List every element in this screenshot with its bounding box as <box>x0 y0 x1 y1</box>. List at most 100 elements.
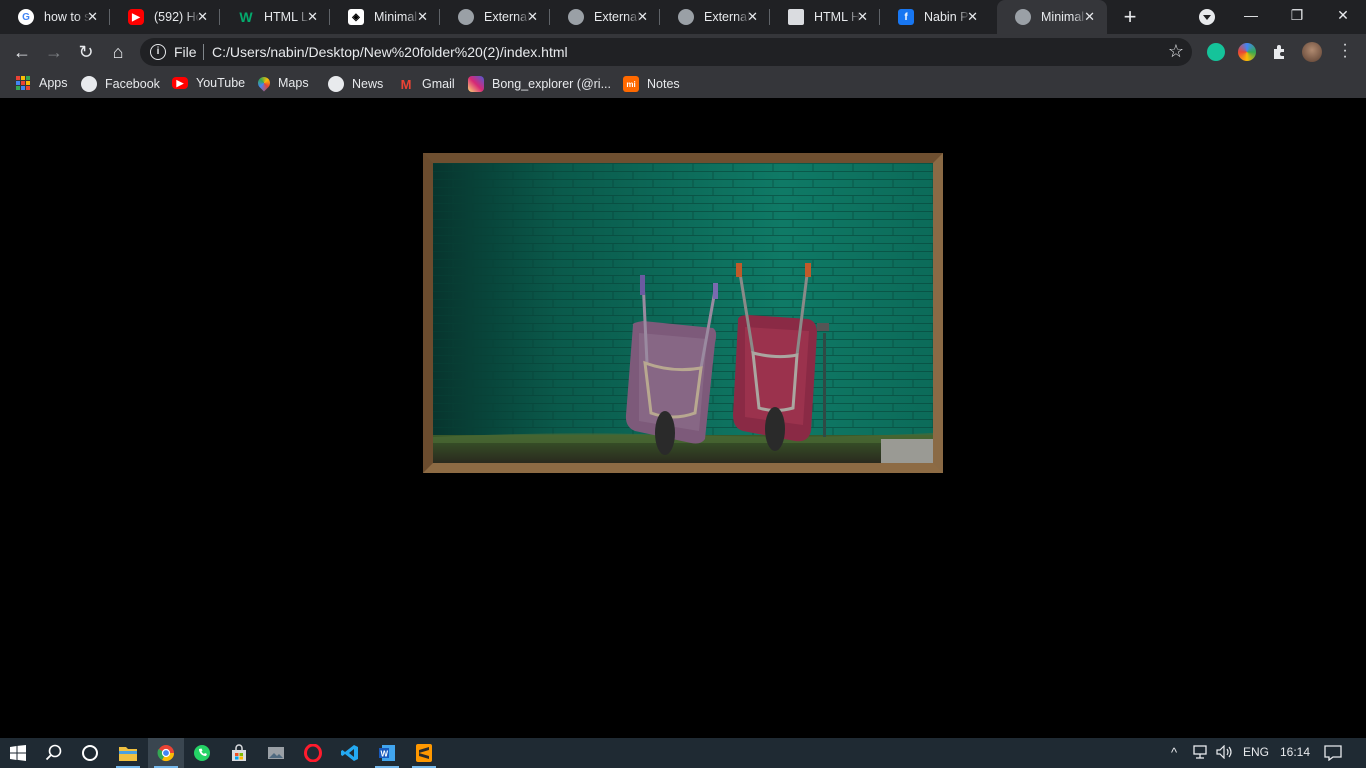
store-icon[interactable] <box>221 738 257 768</box>
mi-notes-icon: mi <box>623 76 639 92</box>
avatar[interactable] <box>1302 42 1322 62</box>
bookmarks-bar: Apps Facebook ▶ YouTube Maps News M Gmai… <box>0 70 1366 98</box>
close-icon[interactable]: ✕ <box>417 9 428 25</box>
bookmark-youtube[interactable]: ▶ YouTube <box>172 76 245 90</box>
reload-icon[interactable]: ↻ <box>74 40 98 64</box>
whatsapp-icon[interactable] <box>184 738 220 768</box>
bookmark-label: News <box>352 77 384 91</box>
network-icon[interactable] <box>1192 745 1210 762</box>
notification-icon[interactable] <box>1324 745 1342 764</box>
framed-photo <box>433 163 933 463</box>
tab-title: HTML Li <box>264 10 310 24</box>
close-icon[interactable]: ✕ <box>1084 9 1095 25</box>
close-window-button[interactable]: ✕ <box>1320 0 1366 32</box>
close-icon[interactable]: ✕ <box>87 9 98 25</box>
bookmark-news[interactable]: News <box>328 76 383 92</box>
bookmark-apps[interactable]: Apps <box>16 76 68 90</box>
tab-4[interactable]: External ✕ <box>440 0 550 34</box>
tab-8[interactable]: f Nabin Pu ✕ <box>880 0 990 34</box>
w3-icon: W <box>239 9 253 25</box>
clock[interactable]: 16:14 <box>1280 745 1310 759</box>
address-bar[interactable]: i File C:/Users/nabin/Desktop/New%20fold… <box>140 38 1192 66</box>
close-icon[interactable]: ✕ <box>637 9 648 25</box>
youtube-icon: ▶ <box>172 77 188 89</box>
close-icon[interactable]: ✕ <box>527 9 538 25</box>
vscode-icon[interactable] <box>332 738 368 768</box>
bookmark-notes[interactable]: mi Notes <box>623 76 680 92</box>
windows-taskbar: W ^ ENG 16:14 <box>0 738 1366 768</box>
wheelbarrow-photo <box>433 163 933 463</box>
tab-0[interactable]: G how to s ✕ <box>0 0 110 34</box>
tab-9-active[interactable]: Minimal ✕ <box>997 0 1107 34</box>
youtube-icon: ▶ <box>128 9 144 25</box>
close-icon[interactable]: ✕ <box>197 9 208 25</box>
url-text[interactable]: C:/Users/nabin/Desktop/New%20folder%20(2… <box>212 44 568 60</box>
extension-icon[interactable] <box>1238 43 1256 61</box>
bookmark-maps[interactable]: Maps <box>255 74 309 92</box>
bookmark-facebook[interactable]: Facebook <box>81 76 160 92</box>
page-content <box>0 102 1366 738</box>
globe-icon <box>678 9 694 25</box>
restore-button[interactable]: ❐ <box>1274 0 1320 32</box>
tab-title: how to s <box>44 10 90 24</box>
tab-title: Minimal <box>374 10 418 24</box>
bookmark-label: Maps <box>278 76 309 90</box>
tab-title: Nabin Pu <box>924 10 970 24</box>
bookmark-label: YouTube <box>196 76 246 90</box>
globe-icon <box>458 9 474 25</box>
tab-title: Minimal <box>1041 10 1085 24</box>
cortana-icon[interactable] <box>72 738 108 768</box>
tab-7[interactable]: HTML Hy ✕ <box>770 0 880 34</box>
scheme-label: File <box>174 44 197 60</box>
file-explorer-icon[interactable] <box>110 738 146 768</box>
tab-1[interactable]: ▶ (592) Ho ✕ <box>110 0 220 34</box>
globe-icon <box>568 9 584 25</box>
tab-title: External <box>704 10 750 24</box>
close-icon[interactable]: ✕ <box>307 9 318 25</box>
apps-grid-icon <box>16 76 30 90</box>
gmail-icon: M <box>400 76 412 92</box>
page-icon <box>788 9 804 25</box>
opera-icon[interactable] <box>295 738 331 768</box>
globe-icon <box>81 76 97 92</box>
back-arrow-icon[interactable]: ← <box>10 40 34 64</box>
bookmark-label: Notes <box>647 77 680 91</box>
forward-arrow-icon[interactable]: → <box>42 40 66 64</box>
close-icon[interactable]: ✕ <box>747 9 758 25</box>
chrome-icon[interactable] <box>148 738 184 768</box>
tab-2[interactable]: W HTML Li ✕ <box>220 0 330 34</box>
close-icon[interactable]: ✕ <box>967 9 978 25</box>
bookmark-label: Facebook <box>105 77 160 91</box>
bookmark-instagram[interactable]: Bong_explorer (@ri... <box>468 76 611 92</box>
start-icon[interactable] <box>0 738 36 768</box>
tab-title: External <box>484 10 530 24</box>
minimize-button[interactable]: — <box>1228 0 1274 32</box>
grammarly-icon[interactable] <box>1207 43 1225 61</box>
tab-search-icon[interactable] <box>1199 9 1215 25</box>
tab-5[interactable]: External ✕ <box>550 0 660 34</box>
bookmark-star-icon[interactable]: ☆ <box>1168 41 1184 62</box>
volume-icon[interactable] <box>1216 744 1234 762</box>
home-icon[interactable]: ⌂ <box>106 40 130 64</box>
search-icon[interactable] <box>36 738 72 768</box>
close-icon[interactable]: ✕ <box>857 9 868 25</box>
new-tab-button[interactable]: + <box>1119 4 1141 30</box>
bookmark-label: Bong_explorer (@ri... <box>492 77 611 91</box>
facebook-icon: f <box>898 9 914 25</box>
browser-toolbar: ← → ↻ ⌂ i File C:/Users/nabin/Desktop/Ne… <box>0 34 1366 70</box>
photos-icon[interactable] <box>258 738 294 768</box>
word-icon[interactable]: W <box>369 738 405 768</box>
language-indicator[interactable]: ENG <box>1243 745 1269 759</box>
tab-3[interactable]: ◈ Minimal ✕ <box>330 0 440 34</box>
bookmark-gmail[interactable]: M Gmail <box>398 76 455 92</box>
tab-strip: G how to s ✕ ▶ (592) Ho ✕ W HTML Li ✕ ◈ … <box>0 0 1366 34</box>
sublime-icon[interactable] <box>406 738 442 768</box>
chevron-up-icon[interactable]: ^ <box>1171 745 1177 760</box>
tab-6[interactable]: External ✕ <box>660 0 770 34</box>
info-icon[interactable]: i <box>150 44 166 60</box>
puzzle-icon[interactable] <box>1270 43 1288 61</box>
bookmark-label: Apps <box>39 76 68 90</box>
codepen-icon: ◈ <box>348 9 364 25</box>
tab-title: HTML Hy <box>814 10 860 24</box>
menu-kebab-icon[interactable]: · · · <box>1340 37 1350 65</box>
